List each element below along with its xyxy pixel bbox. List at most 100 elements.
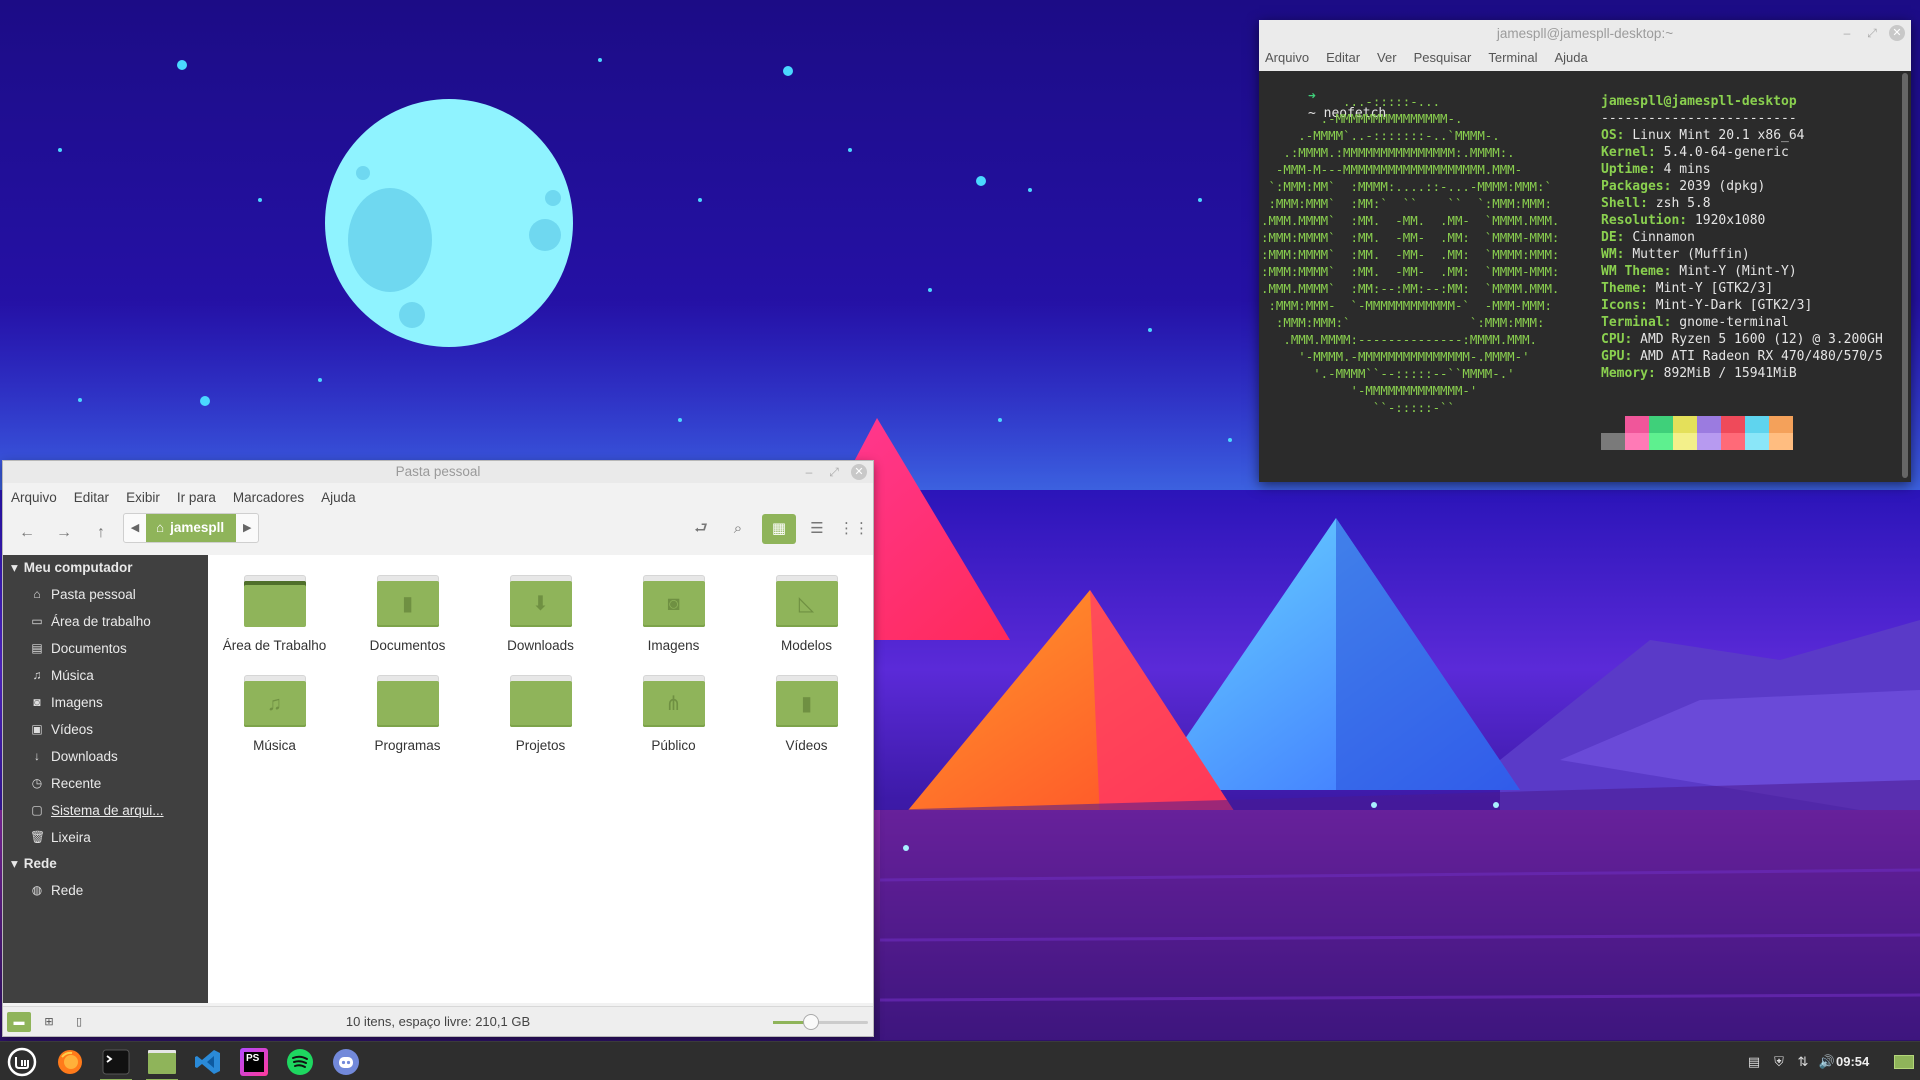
info-colon: :: [1616, 128, 1633, 143]
sidebar-section-computer[interactable]: ▾ Meu computador: [3, 555, 208, 581]
info-separator: -------------------------: [1601, 111, 1797, 126]
menu-ir-para[interactable]: Ir para: [177, 487, 216, 509]
menu-arquivo[interactable]: Arquivo: [11, 487, 57, 509]
vscode-launcher[interactable]: [188, 1042, 228, 1080]
folder-downloads[interactable]: ⬇ Downloads: [474, 575, 607, 653]
window-titlebar[interactable]: Pasta pessoal – ⤢ ✕: [3, 461, 873, 483]
drive-icon: ▢: [31, 803, 43, 817]
menu-pesquisar[interactable]: Pesquisar: [1414, 47, 1472, 71]
info-colon: :: [1640, 298, 1656, 313]
back-button[interactable]: ←: [13, 519, 41, 547]
close-button[interactable]: ✕: [1889, 25, 1905, 41]
terminal-output[interactable]: ➜ ~ neofetch ...-:::::-... .-MMMMMMMMMMM…: [1259, 71, 1899, 482]
info-row: Terminal: gnome-terminal: [1601, 314, 1883, 331]
folder-projetos[interactable]: Projetos: [474, 675, 607, 753]
compact-view-button[interactable]: ⋮⋮: [837, 514, 871, 544]
minimize-button[interactable]: –: [1839, 25, 1855, 41]
music-icon: ♫: [32, 668, 42, 682]
clipboard-indicator[interactable]: ▤: [1743, 1042, 1765, 1080]
forward-button[interactable]: →: [50, 519, 78, 547]
menu-ver[interactable]: Ver: [1377, 47, 1397, 71]
menu-editar[interactable]: Editar: [74, 487, 109, 509]
phpstorm-icon-text: PS: [244, 1051, 264, 1072]
sidebar-item-imagens[interactable]: ◙ Imagens: [3, 689, 208, 716]
sidebar-item-sistema-de-arquivos[interactable]: ▢ Sistema de arqui...: [3, 797, 208, 824]
folder-videos[interactable]: ▮ Vídeos: [740, 675, 873, 753]
info-value: Mutter (Muffin): [1632, 247, 1750, 262]
search-button[interactable]: ⌕: [721, 514, 755, 544]
sidebar-item-label: Vídeos: [51, 722, 94, 737]
breadcrumb-next-button[interactable]: ▶: [236, 514, 258, 542]
folder-modelos[interactable]: ◺ Modelos: [740, 575, 873, 653]
sidebar-item-musica[interactable]: ♫ Música: [3, 662, 208, 689]
info-value: 892MiB / 15941MiB: [1663, 366, 1797, 381]
sidebar-item-videos[interactable]: ▣ Vídeos: [3, 716, 208, 743]
info-colon: :: [1624, 349, 1641, 364]
trash-icon: 🗑: [30, 830, 46, 844]
folder-documentos[interactable]: ▮ Documentos: [341, 575, 474, 653]
folder-label: Imagens: [647, 638, 700, 653]
menu-terminal[interactable]: Terminal: [1488, 47, 1537, 71]
list-view-button[interactable]: ☰: [800, 514, 834, 544]
sidebar-item-label: Imagens: [51, 695, 103, 710]
hide-sidebar-button[interactable]: ▯: [67, 1012, 91, 1032]
breadcrumb-current[interactable]: ⌂ jamespll: [146, 514, 237, 542]
maximize-button[interactable]: ⤢: [826, 464, 842, 480]
close-button[interactable]: ✕: [851, 464, 867, 480]
menu-button[interactable]: [2, 1042, 42, 1080]
sidebar-item-rede[interactable]: ◍ Rede: [3, 877, 208, 904]
icon-view-button[interactable]: ▦: [762, 514, 796, 544]
show-desktop-button[interactable]: [1892, 1042, 1916, 1080]
maximize-button[interactable]: ⤢: [1864, 25, 1880, 41]
discord-launcher[interactable]: [326, 1042, 366, 1080]
chevron-down-icon: ▾: [11, 856, 18, 871]
menu-arquivo[interactable]: Arquivo: [1265, 47, 1309, 71]
sidebar-item-documentos[interactable]: ▤ Documentos: [3, 635, 208, 662]
up-button[interactable]: ↑: [87, 519, 115, 547]
spotify-launcher[interactable]: [280, 1042, 320, 1080]
show-tree-button[interactable]: ⊞: [37, 1012, 61, 1032]
terminal-titlebar[interactable]: jamespll@jamespll-desktop:~ – ⤢ ✕: [1259, 20, 1911, 47]
menu-editar[interactable]: Editar: [1326, 47, 1360, 71]
volume-indicator[interactable]: 🔊: [1816, 1042, 1838, 1080]
scrollbar-thumb[interactable]: [1902, 73, 1908, 478]
terminal-menu-bar: Arquivo Editar Ver Pesquisar Terminal Aj…: [1259, 47, 1911, 71]
info-colon: :: [1640, 281, 1656, 296]
sidebar-item-lixeira[interactable]: 🗑 Lixeira: [3, 824, 208, 851]
toggle-location-button[interactable]: ⮐: [684, 514, 718, 544]
terminal-launcher[interactable]: [96, 1042, 136, 1080]
folder-area-de-trabalho[interactable]: Área de Trabalho: [208, 575, 341, 653]
sidebar-section-network[interactable]: ▾ Rede: [3, 851, 208, 877]
zoom-slider-handle[interactable]: [803, 1014, 819, 1030]
sidebar-item-downloads[interactable]: ↓ Downloads: [3, 743, 208, 770]
folder-programas[interactable]: Programas: [341, 675, 474, 753]
folder-musica[interactable]: ♫ Música: [208, 675, 341, 753]
menu-ajuda[interactable]: Ajuda: [321, 487, 356, 509]
color-palette: [1601, 416, 1793, 450]
sidebar-header-label: Meu computador: [23, 560, 133, 575]
sidebar-item-recente[interactable]: ◷ Recente: [3, 770, 208, 797]
clock[interactable]: 09:54: [1836, 1042, 1869, 1080]
files-launcher[interactable]: [142, 1042, 182, 1080]
terminal-scrollbar[interactable]: [1899, 71, 1911, 482]
spotify-icon: [287, 1048, 313, 1075]
zoom-slider[interactable]: [773, 1014, 868, 1030]
sidebar-item-area-de-trabalho[interactable]: ▭ Área de trabalho: [3, 608, 208, 635]
menu-ajuda[interactable]: Ajuda: [1555, 47, 1588, 71]
minimize-button[interactable]: –: [801, 464, 817, 480]
camera-icon: ◙: [33, 695, 41, 709]
info-row: Memory: 892MiB / 15941MiB: [1601, 365, 1883, 382]
show-places-button[interactable]: ▬: [7, 1012, 31, 1032]
folder-icon: [376, 675, 439, 727]
firefox-launcher[interactable]: [50, 1042, 90, 1080]
menu-exibir[interactable]: Exibir: [126, 487, 160, 509]
breadcrumb-prev-button[interactable]: ◀: [124, 514, 146, 542]
folder-publico[interactable]: ⋔ Público: [607, 675, 740, 753]
network-indicator[interactable]: ⇅: [1792, 1042, 1814, 1080]
file-view[interactable]: Área de Trabalho ▮ Documentos ⬇ Downloads …: [208, 555, 873, 1003]
folder-imagens[interactable]: ◙ Imagens: [607, 575, 740, 653]
menu-marcadores[interactable]: Marcadores: [233, 487, 304, 509]
phpstorm-launcher[interactable]: PS: [234, 1042, 274, 1080]
sidebar-item-pasta-pessoal[interactable]: ⌂ Pasta pessoal: [3, 581, 208, 608]
shield-indicator[interactable]: ⛨: [1768, 1042, 1790, 1080]
